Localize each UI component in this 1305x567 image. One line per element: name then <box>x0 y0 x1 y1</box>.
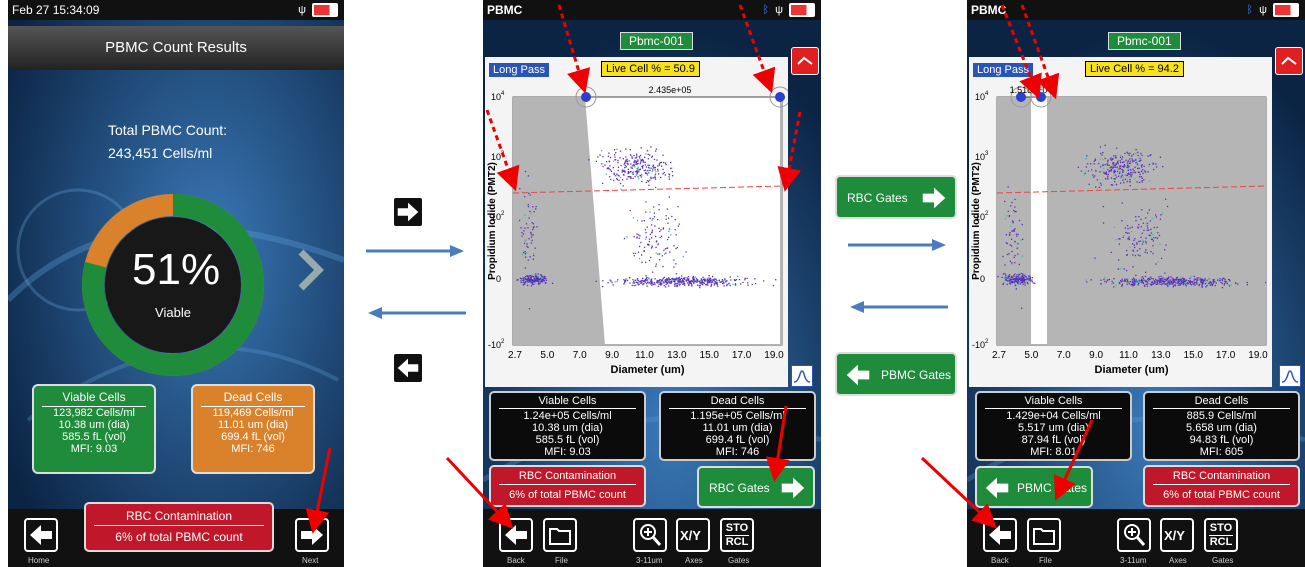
annotation-dashed-arrow <box>777 111 802 192</box>
annotation-arrows <box>305 4 1094 534</box>
annotation-arrow <box>445 456 514 529</box>
annotation-arrow <box>765 405 790 482</box>
annotation-dashed-arrow <box>485 109 520 192</box>
annotation-arrow <box>305 447 332 534</box>
annotation-dashed-arrow <box>738 4 776 94</box>
annotation-dashed-arrow <box>1020 4 1060 100</box>
annotation-dashed-arrow <box>1000 4 1042 100</box>
annotation-arrow <box>920 456 997 529</box>
annotation-arrow <box>1054 419 1094 501</box>
annotation-dashed-arrow <box>557 4 591 94</box>
